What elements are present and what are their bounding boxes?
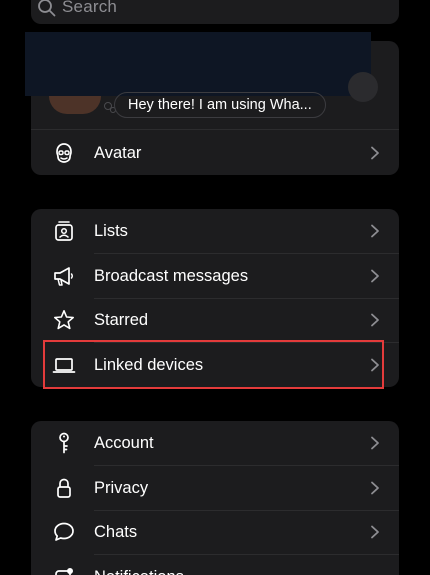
settings-row-label: Broadcast messages: [94, 267, 249, 285]
settings-row-label: Account: [94, 434, 154, 452]
settings-row-avatar[interactable]: Avatar: [31, 131, 399, 175]
settings-row-chats[interactable]: Chats: [31, 510, 399, 554]
search-bar[interactable]: Search: [31, 0, 399, 24]
highlight-box: [43, 340, 384, 389]
avatar-face-icon: [52, 141, 76, 165]
settings-row-lists[interactable]: Lists: [31, 209, 399, 253]
key-icon: [52, 431, 76, 455]
search-icon: [37, 0, 57, 18]
chevron-right-icon: [370, 525, 380, 539]
chevron-right-icon: [370, 269, 380, 283]
settings-row-label: Lists: [94, 222, 128, 240]
chevron-right-icon: [370, 146, 380, 160]
settings-row-privacy[interactable]: Privacy: [31, 466, 399, 510]
redacted-name-area: [25, 32, 371, 96]
megaphone-icon: [52, 264, 76, 288]
qr-code-button[interactable]: [348, 72, 378, 102]
lists-icon: [52, 219, 76, 243]
settings-row-broadcast[interactable]: Broadcast messages: [31, 254, 399, 298]
search-placeholder: Search: [62, 0, 118, 16]
settings-row-label: Starred: [94, 311, 149, 329]
lock-icon: [52, 476, 76, 500]
settings-row-label: Privacy: [94, 479, 149, 497]
chevron-right-icon: [370, 481, 380, 495]
settings-row-label: Avatar: [94, 144, 142, 162]
settings-screen: Search Hey there! I am using Wha... Avat…: [0, 0, 430, 575]
divider: [31, 129, 399, 130]
chevron-right-icon: [370, 313, 380, 327]
profile-status[interactable]: Hey there! I am using Wha...: [114, 92, 326, 118]
chevron-right-icon: [370, 224, 380, 238]
settings-row-notifications[interactable]: Notifications: [31, 555, 399, 575]
settings-row-label: Chats: [94, 523, 138, 541]
settings-row-account[interactable]: Account: [31, 421, 399, 465]
star-icon: [52, 308, 76, 332]
notification-icon: [52, 565, 76, 575]
settings-row-label: Notifications: [94, 555, 184, 575]
settings-row-starred[interactable]: Starred: [31, 298, 399, 342]
chevron-right-icon: [370, 436, 380, 450]
chat-bubble-icon: [52, 520, 76, 544]
